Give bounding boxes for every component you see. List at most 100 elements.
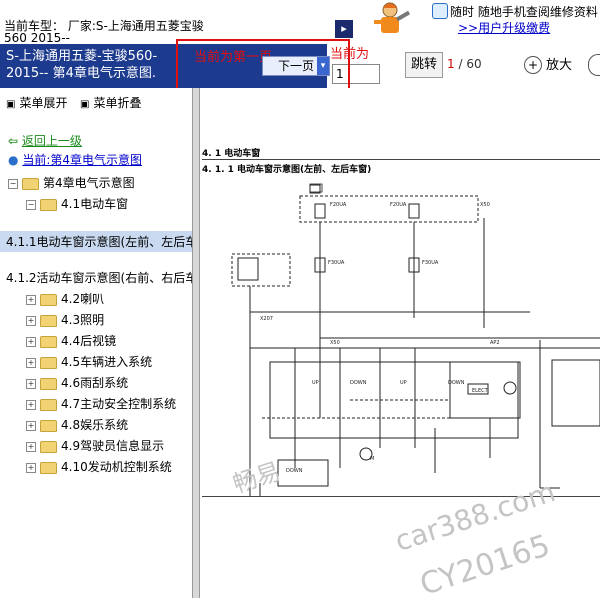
section-label: 4.6雨刮系统 [61, 376, 129, 390]
expand-icon[interactable]: + [26, 315, 36, 326]
back-link-label: 返回上一级 [21, 134, 82, 148]
tree-item-4-1-1[interactable]: 4.1.1电动车窗示意图(左前、左后车窗) [0, 231, 192, 252]
page-number-input[interactable] [332, 64, 380, 84]
tree-chapter-4[interactable]: − 第4章电气示意图 [8, 174, 135, 191]
expand-icon[interactable]: + [26, 378, 36, 389]
tree-section-item[interactable]: +4.2喇叭 [26, 290, 104, 307]
next-page-label: 下一页 [277, 59, 314, 73]
section-label: 4.3照明 [61, 313, 105, 327]
svg-text:F30UA: F30UA [422, 260, 439, 266]
collapse-menu-button[interactable]: ▣ 菜单折叠 [80, 94, 141, 111]
folder-open-icon [22, 177, 39, 190]
next-page-button[interactable]: 下一页 ▾ [262, 56, 330, 76]
svg-text:F20UA: F20UA [330, 202, 347, 208]
mechanic-icon [374, 2, 411, 33]
toolbar: 当前为第一页 下一页 ▾ 当前为 跳转 1 / 60 + 放大 [192, 44, 600, 88]
splitter[interactable] [192, 88, 200, 598]
item-411-label: 4.1.1电动车窗示意图(左前、左后车窗) [6, 235, 192, 249]
tree-section-item[interactable]: +4.3照明 [26, 311, 104, 328]
triangle-right-icon: ▸ [341, 22, 347, 35]
arrow-down-icon: ▾ [317, 57, 329, 75]
tree-item-4-1-2[interactable]: 4.1.2活动车窗示意图(右前、右后车窗) [6, 269, 192, 286]
folder-icon [40, 314, 57, 327]
total-pages: / 60 [458, 57, 482, 71]
tree-section-4-1[interactable]: − 4.1电动车窗 [26, 195, 128, 212]
collapse-icon[interactable]: − [8, 178, 18, 189]
collapse-icon[interactable]: − [26, 199, 36, 210]
jump-button[interactable]: 跳转 [405, 52, 443, 78]
tree-section-item[interactable]: +4.6雨刮系统 [26, 374, 128, 391]
expand-icon[interactable]: + [26, 420, 36, 431]
svg-text:UP: UP [400, 380, 407, 386]
svg-text:X50: X50 [480, 202, 490, 208]
zoom-in-button[interactable]: + 放大 [524, 54, 572, 74]
ad-banner[interactable]: 随时 随地手机查阅维修资料 >>用户升级缴费 [360, 0, 600, 44]
wiring-diagram: F20UA F20UA X50 F30UA F30UA X207 X50 AP2… [231, 183, 600, 496]
current-model-header: 当前车型： 厂家:S-上海通用五菱宝骏 560 2015-- [0, 0, 332, 44]
chapter-label: 第4章电气示意图 [43, 176, 135, 190]
folder-icon [40, 293, 57, 306]
svg-text:X207: X207 [260, 316, 273, 322]
collapse-header-button[interactable]: ▸ [335, 20, 353, 38]
tree-section-item[interactable]: +4.10发动机控制系统 [26, 458, 172, 475]
phone-bubble-icon [432, 3, 448, 19]
zoom-out-button[interactable] [588, 54, 600, 76]
expand-icon[interactable]: + [26, 294, 36, 305]
expand-icon[interactable]: + [26, 462, 36, 473]
item-412-label: 4.1.2活动车窗示意图(右前、右后车窗) [6, 271, 192, 285]
folder-icon [40, 419, 57, 432]
page-count: 1 / 60 [447, 57, 482, 71]
section-label: 4.8娱乐系统 [61, 418, 129, 432]
back-link[interactable]: ⇦ 返回上一级 [8, 132, 82, 149]
section-label: 4.2喇叭 [61, 292, 105, 306]
expand-icon[interactable]: + [26, 399, 36, 410]
current-location: ● 当前:第4章电气示意图 [8, 151, 142, 168]
current-model-line2: 560 2015-- [4, 31, 70, 44]
expand-icon[interactable]: + [26, 441, 36, 452]
section-label: 4.10发动机控制系统 [61, 460, 172, 474]
svg-text:X50: X50 [330, 340, 340, 346]
current-location-label: 当前:第4章电气示意图 [22, 153, 142, 167]
sidebar-title: S-上海通用五菱-宝骏560- 2015-- 第4章电气示意图. [0, 44, 192, 88]
document-view[interactable]: 4. 1 电动车窗 4. 1. 1 电动车窗示意图(左前、左后车窗) F20UA… [200, 88, 600, 598]
expand-menu-button[interactable]: ▣ 菜单展开 [6, 94, 67, 111]
folder-icon [40, 335, 57, 348]
globe-icon: ● [8, 153, 19, 167]
expand-icon[interactable]: + [26, 336, 36, 347]
svg-text:DOWN: DOWN [350, 380, 367, 386]
expand-menu-label: 菜单展开 [19, 96, 68, 110]
folder-icon [40, 398, 57, 411]
arrow-left-icon: ⇦ [8, 134, 19, 148]
square-icon: ▣ [80, 99, 90, 110]
sidebar-title-line2: 2015-- 第4章电气示意图. [6, 66, 157, 81]
upgrade-link[interactable]: >>用户升级缴费 [458, 19, 550, 36]
svg-text:DOWN: DOWN [286, 468, 303, 474]
svg-text:F20UA: F20UA [390, 202, 407, 208]
collapse-menu-label: 菜单折叠 [93, 96, 142, 110]
tree-section-item[interactable]: +4.8娱乐系统 [26, 416, 128, 433]
annotation-current: 当前为 [330, 47, 370, 62]
expand-icon[interactable]: + [26, 357, 36, 368]
folder-icon [40, 377, 57, 390]
annotation-current-first-page: 当前为第一页 [194, 50, 273, 65]
tree-section-item[interactable]: +4.5车辆进入系统 [26, 353, 152, 370]
sidebar-title-line1: S-上海通用五菱-宝骏560- [6, 49, 158, 64]
section-label: 4.9驾驶员信息显示 [61, 439, 165, 453]
svg-text:ELECT: ELECT [472, 388, 489, 394]
tree-section-item[interactable]: +4.4后视镜 [26, 332, 116, 349]
section-label: 4.7主动安全控制系统 [61, 397, 177, 411]
current-page-number: 1 [447, 57, 455, 71]
ad-line1: 随时 随地手机查阅维修资料 [450, 5, 598, 19]
svg-text:M: M [370, 456, 374, 462]
svg-text:DOWN: DOWN [448, 380, 465, 386]
sidebar: ▣ 菜单展开 ▣ 菜单折叠 ⇦ 返回上一级 ● 当前:第4章电气示意图 − 第4章电气… [0, 88, 192, 598]
tree-section-item[interactable]: +4.7主动安全控制系统 [26, 395, 176, 412]
folder-icon [40, 440, 57, 453]
zoom-in-label: 放大 [546, 58, 573, 73]
folder-icon [40, 356, 57, 369]
folder-open-icon [40, 198, 57, 211]
folder-icon [40, 461, 57, 474]
section-label: 4.4后视镜 [61, 334, 117, 348]
svg-text:UP: UP [312, 380, 319, 386]
tree-section-item[interactable]: +4.9驾驶员信息显示 [26, 437, 164, 454]
